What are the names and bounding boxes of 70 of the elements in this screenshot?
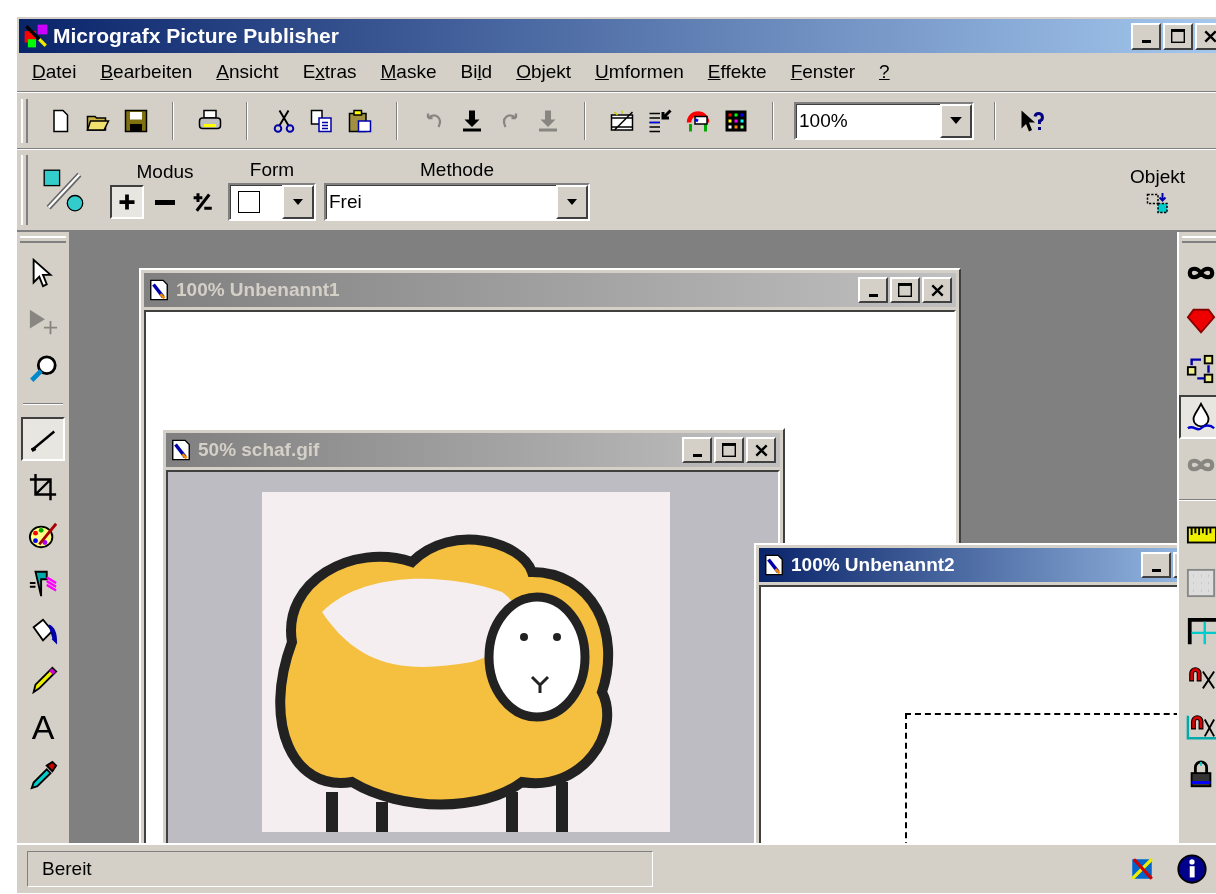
menu-item[interactable]: Ansicht (204, 59, 291, 85)
minimize-icon (868, 293, 878, 297)
minimize-button[interactable] (858, 277, 888, 303)
close-icon (754, 443, 768, 457)
square-shape-icon (238, 191, 260, 213)
minimize-icon (1141, 39, 1151, 43)
document-title: 50% schaf.gif (198, 439, 321, 461)
minimize-icon (1151, 568, 1161, 572)
maximize-icon (722, 443, 736, 457)
maximize-icon (898, 283, 912, 297)
menu-item[interactable]: Bearbeiten (88, 59, 205, 85)
menu-item[interactable]: Objekt (504, 59, 584, 85)
minimize-icon (692, 453, 702, 457)
document-title: 100% Unbenannt1 (176, 279, 341, 301)
line-tool[interactable] (21, 417, 65, 461)
color-wheel-icon (686, 108, 710, 133)
minimize-button[interactable] (1141, 552, 1171, 578)
minimize-button[interactable] (1131, 22, 1161, 50)
droplet-tool[interactable] (1179, 395, 1216, 439)
maximize-button[interactable] (890, 277, 920, 303)
menu-item[interactable]: Umformen (583, 59, 696, 85)
brush-shapes-icon (42, 168, 86, 212)
close-button[interactable] (1195, 22, 1216, 50)
maximize-button[interactable] (714, 437, 744, 463)
help-pointer-icon (1020, 108, 1044, 133)
menu-item[interactable]: Fenster (778, 59, 868, 85)
document-brush-icon (170, 439, 192, 461)
shape-dropdown[interactable] (228, 183, 316, 221)
clipboard-icon (348, 108, 372, 133)
info-icon (1177, 854, 1207, 884)
menu-item[interactable]: Bild (448, 59, 505, 85)
close-icon (1203, 29, 1216, 43)
copy-icon (310, 108, 334, 133)
close-button[interactable] (746, 437, 776, 463)
menu-item[interactable]: Extras (290, 59, 369, 85)
document-brush-icon (148, 279, 170, 301)
download-icon (536, 108, 560, 133)
status-text: Bereit (27, 851, 653, 887)
menu-item[interactable]: ? (867, 59, 902, 85)
maximize-button[interactable] (1163, 22, 1193, 50)
plus-mode-button[interactable] (110, 185, 144, 219)
method-label: Methode (420, 159, 494, 181)
minus-icon (155, 199, 175, 205)
menu-item[interactable]: Maske (368, 59, 449, 85)
object-selection-icon (1145, 190, 1170, 214)
color-brush-logo-icon (23, 23, 49, 49)
film-icon (610, 108, 634, 133)
form-label: Form (249, 159, 295, 181)
window-title: Micrografx Picture Publisher (53, 24, 340, 48)
mode-label: Modus (136, 161, 194, 183)
floppy-icon (124, 108, 148, 133)
close-icon (930, 283, 944, 297)
list-arrow-icon (648, 108, 672, 133)
minimize-button[interactable] (682, 437, 712, 463)
zoom-dropdown[interactable]: 100% (794, 101, 974, 140)
menu-item[interactable]: Effekte (695, 59, 779, 85)
color-grid-icon (724, 108, 748, 133)
brush-palette-icon (1129, 856, 1155, 882)
download-icon (460, 108, 484, 133)
document-title: 100% Unbenannt2 (791, 554, 956, 576)
menu-item[interactable]: Datei (20, 59, 89, 85)
maximize-icon (1171, 29, 1185, 43)
close-button[interactable] (922, 277, 952, 303)
text-tool[interactable]: A (21, 705, 65, 749)
scissors-icon (272, 108, 296, 133)
object-label: Objekt (1130, 166, 1185, 188)
document-brush-icon (763, 554, 785, 576)
plus-minus-icon (193, 192, 213, 212)
plus-icon (117, 192, 137, 212)
method-dropdown[interactable]: Frei (324, 183, 590, 221)
